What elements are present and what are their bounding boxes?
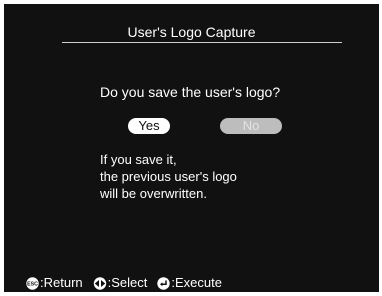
overwrite-warning: If you save it, the previous user's logo… [100,151,237,202]
confirm-question: Do you save the user's logo? [100,84,281,100]
esc-icon: ESC [26,276,39,290]
dialog-title: User's Logo Capture [127,24,256,40]
return-label: :Return [40,275,83,290]
no-button[interactable]: No [220,118,282,134]
select-hint: :Select [93,275,148,290]
svg-text:ESC: ESC [27,281,38,287]
warning-line: will be overwritten. [100,186,207,201]
return-hint: ESC :Return [26,276,83,290]
execute-hint: :Execute [157,276,222,290]
left-right-arrows-icon [93,276,106,290]
key-hints: ESC :Return :Select :Execute [26,276,232,290]
projector-osd-screen: User's Logo Capture Do you save the user… [4,4,379,292]
execute-label: :Execute [171,275,222,290]
enter-icon [157,276,171,290]
warning-line: the previous user's logo [100,169,237,184]
title-divider [62,42,342,43]
select-label: :Select [107,275,148,290]
warning-line: If you save it, [100,152,177,167]
yes-button[interactable]: Yes [128,118,170,134]
